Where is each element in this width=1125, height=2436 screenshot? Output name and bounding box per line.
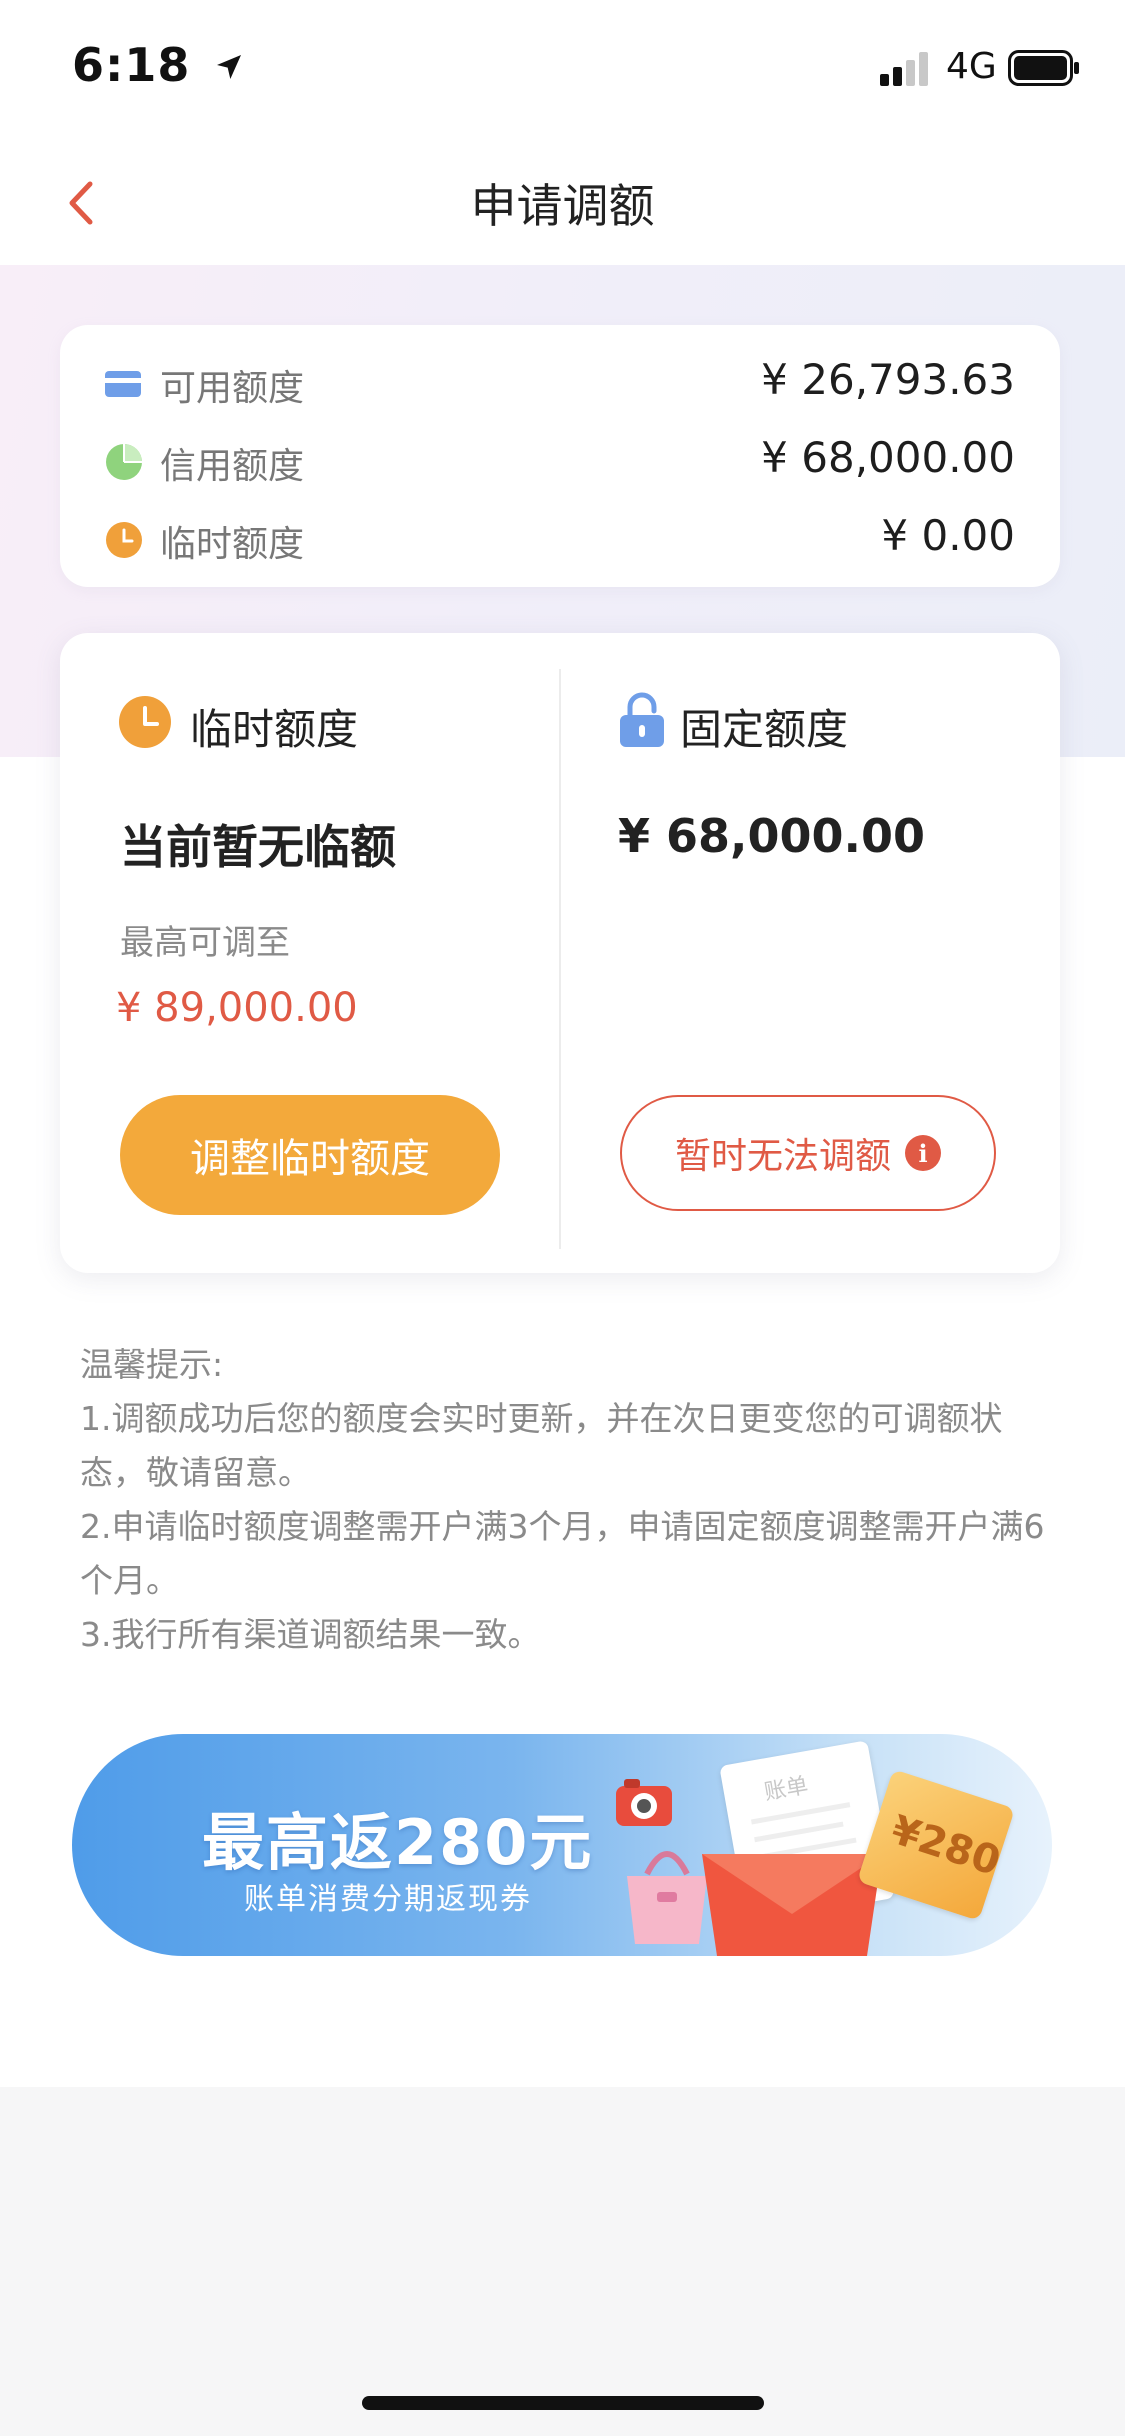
temp-limit-title: 临时额度: [190, 705, 359, 754]
temp-limit-status: 当前暂无临额: [120, 820, 396, 874]
adjust-card: 临时额度 当前暂无临额 最高可调至 ¥ 89,000.00 调整临时额度 固定额…: [60, 633, 1060, 1273]
status-time-text: 6:18: [72, 38, 191, 92]
temporary-value: ¥ 0.00: [881, 511, 1015, 560]
tips-line-3: 3.我行所有渠道调额结果一致。: [80, 1615, 541, 1654]
page-title: 申请调额: [470, 179, 655, 233]
cannot-adjust-label: 暂时无法调额: [674, 1136, 891, 1177]
info-icon[interactable]: i: [905, 1135, 941, 1171]
tips-section: 温馨提示: 1.调额成功后您的额度会实时更新，并在次日更变您的可调额状态，敬请留…: [80, 1338, 1060, 1662]
column-divider: [559, 669, 561, 1249]
tips-line-2: 2.申请临时额度调整需开户满3个月，申请固定额度调整需开户满6个月。: [80, 1507, 1045, 1600]
banner-title: 最高返280元: [202, 1806, 594, 1879]
promo-banner[interactable]: 最高返280元 账单消费分期返现券 账单 ¥280: [72, 1734, 1052, 1956]
pie-icon: [106, 444, 142, 480]
cannot-adjust-button[interactable]: 暂时无法调额 i: [620, 1095, 996, 1211]
home-indicator: [362, 2396, 764, 2410]
nav-bar: 申请调额: [0, 140, 1125, 265]
status-bar: 6:18 4G: [0, 0, 1125, 140]
location-arrow-icon: [217, 55, 242, 79]
max-adjust-label: 最高可调至: [120, 923, 290, 963]
summary-row-credit: 信用额度 ¥ 68,000.00: [105, 433, 1015, 493]
max-adjust-value: ¥ 89,000.00: [116, 985, 358, 1031]
available-label: 可用额度: [160, 368, 305, 409]
coupon-amount: ¥280: [885, 1807, 1006, 1886]
clock-icon: [106, 522, 142, 558]
summary-row-available: 可用额度 ¥ 26,793.63: [105, 355, 1015, 415]
summary-row-temporary: 临时额度 ¥ 0.00: [105, 511, 1015, 571]
adjust-temp-limit-button[interactable]: 调整临时额度: [120, 1095, 500, 1215]
limit-summary-card: 可用额度 ¥ 26,793.63 信用额度 ¥ 68,000.00 临时额度 ¥…: [60, 325, 1060, 587]
tips-heading: 温馨提示:: [80, 1345, 224, 1384]
credit-value: ¥ 68,000.00: [761, 433, 1015, 482]
credit-label: 信用额度: [160, 446, 305, 487]
temporary-label: 临时额度: [160, 524, 305, 565]
lock-icon: [620, 692, 664, 747]
tips-line-1: 1.调额成功后您的额度会实时更新，并在次日更变您的可调额状态，敬请留意。: [80, 1399, 1003, 1492]
envelope-icon: [702, 1854, 882, 1956]
status-time: 6:18: [72, 38, 245, 92]
card-icon: [105, 371, 141, 397]
available-value: ¥ 26,793.63: [761, 355, 1015, 404]
network-type: 4G: [946, 46, 997, 87]
camera-icon: [616, 1779, 672, 1826]
fixed-limit-value: ¥ 68,000.00: [618, 809, 926, 863]
battery-icon: [1008, 50, 1079, 86]
signal-icon: [880, 52, 928, 86]
bill-paper-label: 账单: [762, 1773, 811, 1806]
clock-icon: [119, 696, 171, 748]
banner-subtitle: 账单消费分期返现券: [244, 1882, 532, 1917]
fixed-limit-title: 固定额度: [680, 705, 849, 754]
